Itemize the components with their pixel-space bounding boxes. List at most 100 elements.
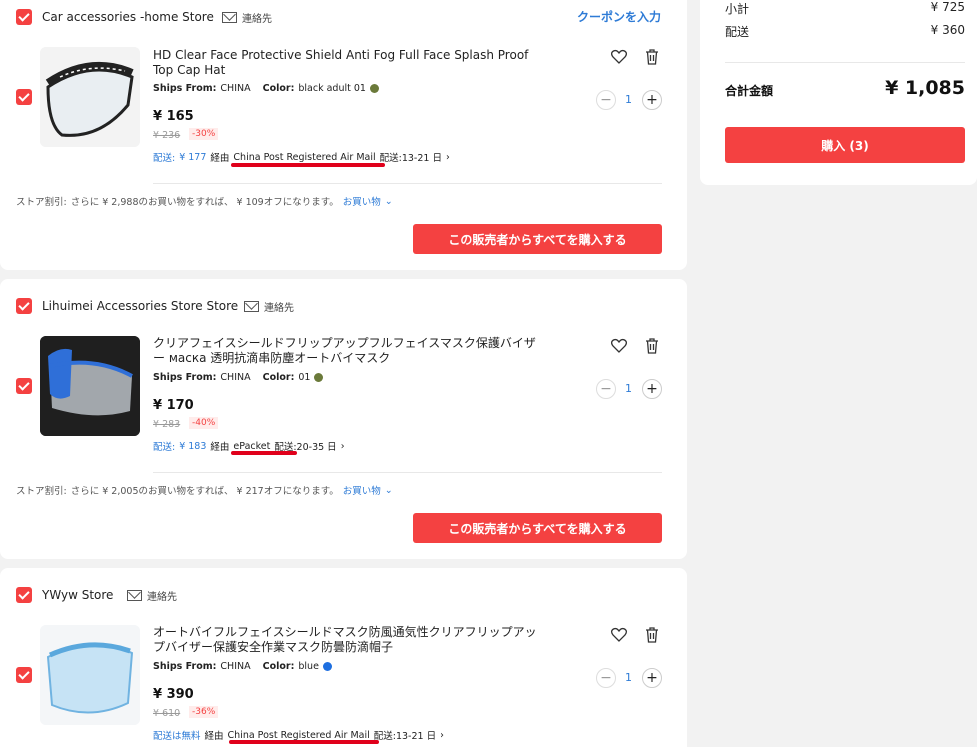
trash-icon[interactable] <box>643 48 661 66</box>
product-image[interactable] <box>40 336 140 436</box>
product-image[interactable] <box>40 47 140 147</box>
discount-prefix: ストア割引: <box>16 197 67 208</box>
mail-icon <box>222 12 237 23</box>
quantity-decrease-button[interactable]: − <box>596 90 616 110</box>
color-label: Color: <box>262 661 295 672</box>
discount-badge: -40% <box>189 417 219 429</box>
ship-delivery: 配送:13-21 日 <box>373 731 437 742</box>
color-swatch <box>314 373 324 382</box>
red-underline-annotation <box>231 163 385 167</box>
ships-from-row: Ships From: CHINA Color: 01 <box>153 372 324 383</box>
store-name[interactable]: Lihuimei Accessories Store Store <box>42 299 238 313</box>
store-checkbox[interactable] <box>16 298 32 314</box>
color-swatch <box>322 662 332 671</box>
store-discount-row: ストア割引: さらに ¥ 2,988のお買い物をすれば、 ¥ 109オフになりま… <box>16 194 393 209</box>
ships-from-value: CHINA <box>220 83 251 94</box>
quantity-value[interactable]: 1 <box>625 671 632 684</box>
original-price: ¥ 236 <box>153 130 181 141</box>
subtotal-label: 小計 <box>725 2 750 16</box>
color-label: Color: <box>262 372 295 383</box>
buy-all-from-seller-button[interactable]: この販売者からすべてを購入する <box>413 224 662 254</box>
contact-seller-link[interactable]: 連絡先 <box>222 10 272 25</box>
contact-label: 連絡先 <box>264 303 294 314</box>
ship-cost: ¥ 177 <box>179 151 207 163</box>
item-checkbox[interactable] <box>16 378 32 394</box>
price: ¥ 390 <box>153 687 194 702</box>
original-price: ¥ 283 <box>153 419 181 430</box>
total-label: 合計金額 <box>725 84 774 98</box>
chevron-down-icon: ⌄ <box>384 195 393 207</box>
discount-text: さらに ¥ 2,988のお買い物をすれば、 ¥ 109オフになります。 <box>70 197 339 208</box>
store-checkbox[interactable] <box>16 587 32 603</box>
product-title[interactable]: HD Clear Face Protective Shield Anti Fog… <box>153 48 538 78</box>
shipping-label: 配送 <box>725 25 750 39</box>
ship-carrier: China Post Registered Air Mail <box>233 151 376 163</box>
store-checkbox[interactable] <box>16 9 32 25</box>
wishlist-heart-icon[interactable] <box>610 337 628 355</box>
quantity-increase-button[interactable]: + <box>642 90 662 110</box>
discount-badge: -36% <box>189 706 219 718</box>
ship-via: 経由 <box>210 442 230 453</box>
quantity-value[interactable]: 1 <box>625 382 632 395</box>
shop-more-link[interactable]: お買い物 <box>343 194 381 208</box>
red-underline-annotation <box>231 451 297 455</box>
quantity-increase-button[interactable]: + <box>642 668 662 688</box>
item-checkbox[interactable] <box>16 667 32 683</box>
contact-seller-link[interactable]: 連絡先 <box>244 299 294 314</box>
quantity-decrease-button[interactable]: − <box>596 379 616 399</box>
mail-icon <box>127 590 142 601</box>
coupon-link[interactable]: クーポンを入力 <box>577 8 661 25</box>
quantity-decrease-button[interactable]: − <box>596 668 616 688</box>
chevron-right-icon: › <box>445 151 450 163</box>
store-name[interactable]: YWyw Store <box>42 588 113 602</box>
product-image[interactable] <box>40 625 140 725</box>
ships-from-value: CHINA <box>220 661 251 672</box>
quantity-increase-button[interactable]: + <box>642 379 662 399</box>
mail-icon <box>244 301 259 312</box>
ships-from-label: Ships From: <box>153 372 217 383</box>
item-checkbox[interactable] <box>16 89 32 105</box>
original-price: ¥ 610 <box>153 708 181 719</box>
shipping-value: ¥ 360 <box>930 23 965 37</box>
discount-text: さらに ¥ 2,005のお買い物をすれば、 ¥ 217オフになります。 <box>70 486 339 497</box>
shipping-info[interactable]: 配送: ¥ 177 経由 China Post Registered Air M… <box>153 150 450 165</box>
store-card-3: YWyw Store 連絡先 オートバイフルフェイスシールドマスク防風通気性クリ… <box>0 568 687 747</box>
store-card-1: Car accessories -home Store 連絡先 クーポンを入力 … <box>0 0 687 270</box>
contact-seller-link[interactable]: 連絡先 <box>127 588 177 603</box>
store-name[interactable]: Car accessories -home Store <box>42 10 214 24</box>
color-value: blue <box>298 661 319 672</box>
ship-delivery: 配送:13-21 日 <box>379 153 442 164</box>
order-summary-panel: 小計 ¥ 725 配送 ¥ 360 合計金額 ¥ 1,085 購入 (3) <box>700 0 977 185</box>
trash-icon[interactable] <box>643 626 661 644</box>
discount-badge: -30% <box>189 128 219 140</box>
shop-more-link[interactable]: お買い物 <box>343 483 381 497</box>
color-swatch <box>369 84 379 93</box>
color-value: 01 <box>298 372 311 383</box>
subtotal-value: ¥ 725 <box>930 0 965 14</box>
ships-from-value: CHINA <box>220 372 251 383</box>
wishlist-heart-icon[interactable] <box>610 626 628 644</box>
product-title[interactable]: オートバイフルフェイスシールドマスク防風通気性クリアフリップアップバイザー保護安… <box>153 625 538 655</box>
product-title[interactable]: クリアフェイスシールドフリップアップフルフェイスマスク保護バイザー маска … <box>153 336 538 366</box>
contact-label: 連絡先 <box>147 592 177 603</box>
ships-from-row: Ships From: CHINA Color: black adult 01 <box>153 83 379 94</box>
ships-from-label: Ships From: <box>153 661 217 672</box>
divider <box>153 472 662 473</box>
buy-all-from-seller-button[interactable]: この販売者からすべてを購入する <box>413 513 662 543</box>
chevron-down-icon: ⌄ <box>384 484 393 496</box>
purchase-button[interactable]: 購入 (3) <box>725 127 965 163</box>
discount-prefix: ストア割引: <box>16 486 67 497</box>
ship-cost: ¥ 183 <box>179 440 207 452</box>
ship-carrier: China Post Registered Air Mail <box>227 729 370 741</box>
ship-carrier: ePacket <box>233 440 271 452</box>
ship-free: 配送は無料 <box>153 731 201 742</box>
chevron-right-icon: › <box>440 729 444 741</box>
chevron-right-icon: › <box>340 440 345 452</box>
ships-from-label: Ships From: <box>153 83 217 94</box>
quantity-value[interactable]: 1 <box>625 93 632 106</box>
trash-icon[interactable] <box>643 337 661 355</box>
store-discount-row: ストア割引: さらに ¥ 2,005のお買い物をすれば、 ¥ 217オフになりま… <box>16 483 393 498</box>
red-underline-annotation <box>229 740 379 744</box>
wishlist-heart-icon[interactable] <box>610 48 628 66</box>
ship-via: 経由 <box>210 153 230 164</box>
